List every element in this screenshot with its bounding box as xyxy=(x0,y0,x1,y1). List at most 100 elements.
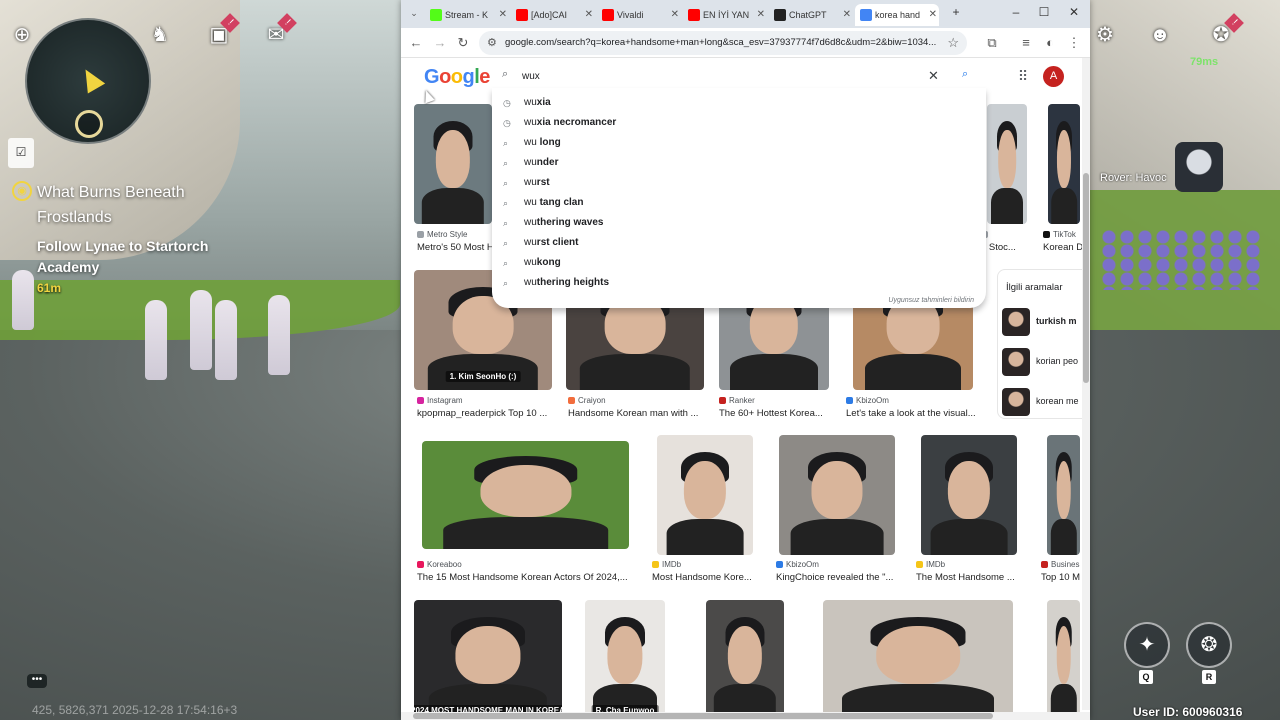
rabbit-icon[interactable]: ♞ xyxy=(147,22,173,48)
quest-list-icon[interactable]: ☑ xyxy=(8,138,34,168)
close-tab-icon[interactable]: ✕ xyxy=(757,4,765,26)
result-source[interactable]: IMDb xyxy=(652,560,768,569)
tab-3[interactable]: EN İYİ YAN ✕ xyxy=(683,4,767,26)
close-window-icon[interactable]: ✕ xyxy=(1064,5,1084,19)
result-image[interactable] xyxy=(414,104,492,224)
search-input[interactable] xyxy=(522,64,902,88)
suggestion-item[interactable]: ⌕ wunder xyxy=(492,153,986,173)
profile-sync-icon[interactable]: ◐ xyxy=(1041,34,1059,52)
site-favicon-icon xyxy=(417,397,424,404)
result-image[interactable] xyxy=(779,435,895,555)
companion-icon[interactable]: ☻ xyxy=(1147,22,1173,48)
compass-icon[interactable]: ⊕ xyxy=(9,22,35,48)
maximize-icon[interactable]: ☐ xyxy=(1034,5,1054,19)
clear-icon[interactable]: ✕ xyxy=(928,68,939,84)
result-image[interactable] xyxy=(1048,104,1080,224)
skill-q-icon[interactable]: ✦ xyxy=(1124,622,1170,668)
result-image[interactable] xyxy=(1047,435,1080,555)
result-title[interactable]: Most Handsome Kore... xyxy=(652,572,778,583)
result-title[interactable]: The Most Handsome ... xyxy=(916,572,1042,583)
suggestion-item[interactable]: ⌕ wu tang clan xyxy=(492,193,986,213)
result-image[interactable] xyxy=(422,441,629,549)
skill-r-icon[interactable]: ❂ xyxy=(1186,622,1232,668)
menu-icon[interactable]: ⋮ xyxy=(1065,34,1083,52)
suggestion-item[interactable]: ⌕ wukong xyxy=(492,253,986,273)
close-tab-icon[interactable]: ✕ xyxy=(585,4,593,26)
forward-icon[interactable]: → xyxy=(431,34,449,52)
result-image[interactable] xyxy=(657,435,753,555)
result-title[interactable]: kpopmap_readerpick Top 10 ... xyxy=(417,408,585,419)
close-tab-icon[interactable]: ✕ xyxy=(671,4,679,26)
character-portrait[interactable] xyxy=(1175,142,1223,192)
history-icon: ◷ xyxy=(503,98,511,108)
close-tab-icon[interactable]: ✕ xyxy=(929,4,937,26)
related-search-item[interactable]: korean me xyxy=(1002,384,1090,418)
site-favicon-icon xyxy=(652,561,659,568)
search-submit-icon[interactable]: ⌕ xyxy=(962,68,968,81)
google-logo[interactable]: Google xyxy=(424,66,490,89)
result-title[interactable]: Let's take a look at the visual... xyxy=(846,408,996,419)
result-source[interactable]: Craiyon xyxy=(568,396,726,405)
suggestion-item[interactable]: ◷ wuxia necromancer xyxy=(492,113,986,133)
address-bar[interactable]: ⚙ google.com/search?q=korea+handsome+man… xyxy=(479,31,967,55)
result-title[interactable]: The 15 Most Handsome Korean Actors Of 20… xyxy=(417,572,654,583)
suggestion-item[interactable]: ⌕ wurst xyxy=(492,173,986,193)
new-tab-icon[interactable]: + xyxy=(946,5,966,19)
tab-2[interactable]: Vivaldi ✕ xyxy=(597,4,681,26)
suggestion-item[interactable]: ⌕ wuthering waves xyxy=(492,213,986,233)
result-image[interactable] xyxy=(706,600,784,720)
minimize-icon[interactable]: – xyxy=(1006,5,1026,19)
suggestion-completion: thering waves xyxy=(536,217,604,228)
minimap[interactable] xyxy=(25,18,151,144)
report-predictions-link[interactable]: Uygunsuz tahminleri bildirin xyxy=(888,297,974,304)
reload-icon[interactable]: ↻ xyxy=(454,34,472,52)
tab-4[interactable]: ChatGPT ✕ xyxy=(769,4,853,26)
result-source[interactable] xyxy=(981,230,1041,239)
result-source[interactable]: KbizoOm xyxy=(846,396,986,405)
quest-title[interactable]: What Burns Beneath Frostlands xyxy=(37,180,227,230)
google-apps-icon[interactable]: ⠿ xyxy=(1015,68,1031,84)
result-image[interactable]: 2024 MOST HANDSOME MAN IN KOREA xyxy=(414,600,562,720)
suggestion-item[interactable]: ⌕ wuthering heights xyxy=(492,273,986,293)
result-image[interactable] xyxy=(823,600,1013,720)
result-image[interactable] xyxy=(1047,600,1080,720)
gear-icon[interactable]: ⚙ xyxy=(1092,22,1118,48)
result-title[interactable]: n Stoc... xyxy=(981,242,1051,253)
result-source[interactable]: KbizoOm xyxy=(776,560,912,569)
result-title[interactable]: Handsome Korean man with ... xyxy=(568,408,736,419)
extensions-icon[interactable]: ⧉ xyxy=(983,34,1001,52)
account-avatar[interactable]: A xyxy=(1043,66,1064,87)
chat-icon[interactable]: ••• xyxy=(27,674,47,688)
suggestion-item[interactable]: ⌕ wurst client xyxy=(492,233,986,253)
suggestion-item[interactable]: ◷ wuxia xyxy=(492,93,986,113)
tab-5[interactable]: korea hand ✕ xyxy=(855,4,939,26)
related-search-item[interactable]: turkish m xyxy=(1002,304,1090,338)
close-tab-icon[interactable]: ✕ xyxy=(843,4,851,26)
result-source[interactable]: Ranker xyxy=(719,396,849,405)
quest-pin-icon xyxy=(75,110,103,138)
google-icon xyxy=(860,9,872,21)
result-title[interactable]: The 60+ Hottest Korea... xyxy=(719,408,859,419)
user-id: User ID: 600960316 xyxy=(1133,705,1243,719)
close-tab-icon[interactable]: ✕ xyxy=(499,4,507,26)
bookmark-star-icon[interactable]: ☆ xyxy=(947,31,959,55)
result-image[interactable] xyxy=(987,104,1027,224)
npc-character xyxy=(190,290,212,370)
result-source[interactable]: Instagram xyxy=(417,396,575,405)
result-source[interactable]: Koreaboo xyxy=(417,560,644,569)
result-title[interactable]: KingChoice revealed the "... xyxy=(776,572,922,583)
horizontal-scrollbar[interactable] xyxy=(401,712,1090,720)
result-image[interactable]: R. Cha Eunwoo xyxy=(585,600,665,720)
back-icon[interactable]: ← xyxy=(407,34,425,52)
suggestion-item[interactable]: ⌕ wu long xyxy=(492,133,986,153)
site-info-icon[interactable]: ⚙ xyxy=(487,31,497,55)
related-search-item[interactable]: korian peo xyxy=(1002,344,1090,378)
vertical-scrollbar[interactable] xyxy=(1082,58,1090,710)
tab-0[interactable]: Stream - K ✕ xyxy=(425,4,509,26)
result-image[interactable] xyxy=(921,435,1017,555)
media-icon[interactable]: ≡ xyxy=(1017,34,1035,52)
suggestion-typed: wu xyxy=(524,217,537,228)
result-source[interactable]: IMDb xyxy=(916,560,1032,569)
tab-1[interactable]: [Ado]CAI ✕ xyxy=(511,4,595,26)
tab-search-icon[interactable]: ⌄ xyxy=(405,4,423,22)
